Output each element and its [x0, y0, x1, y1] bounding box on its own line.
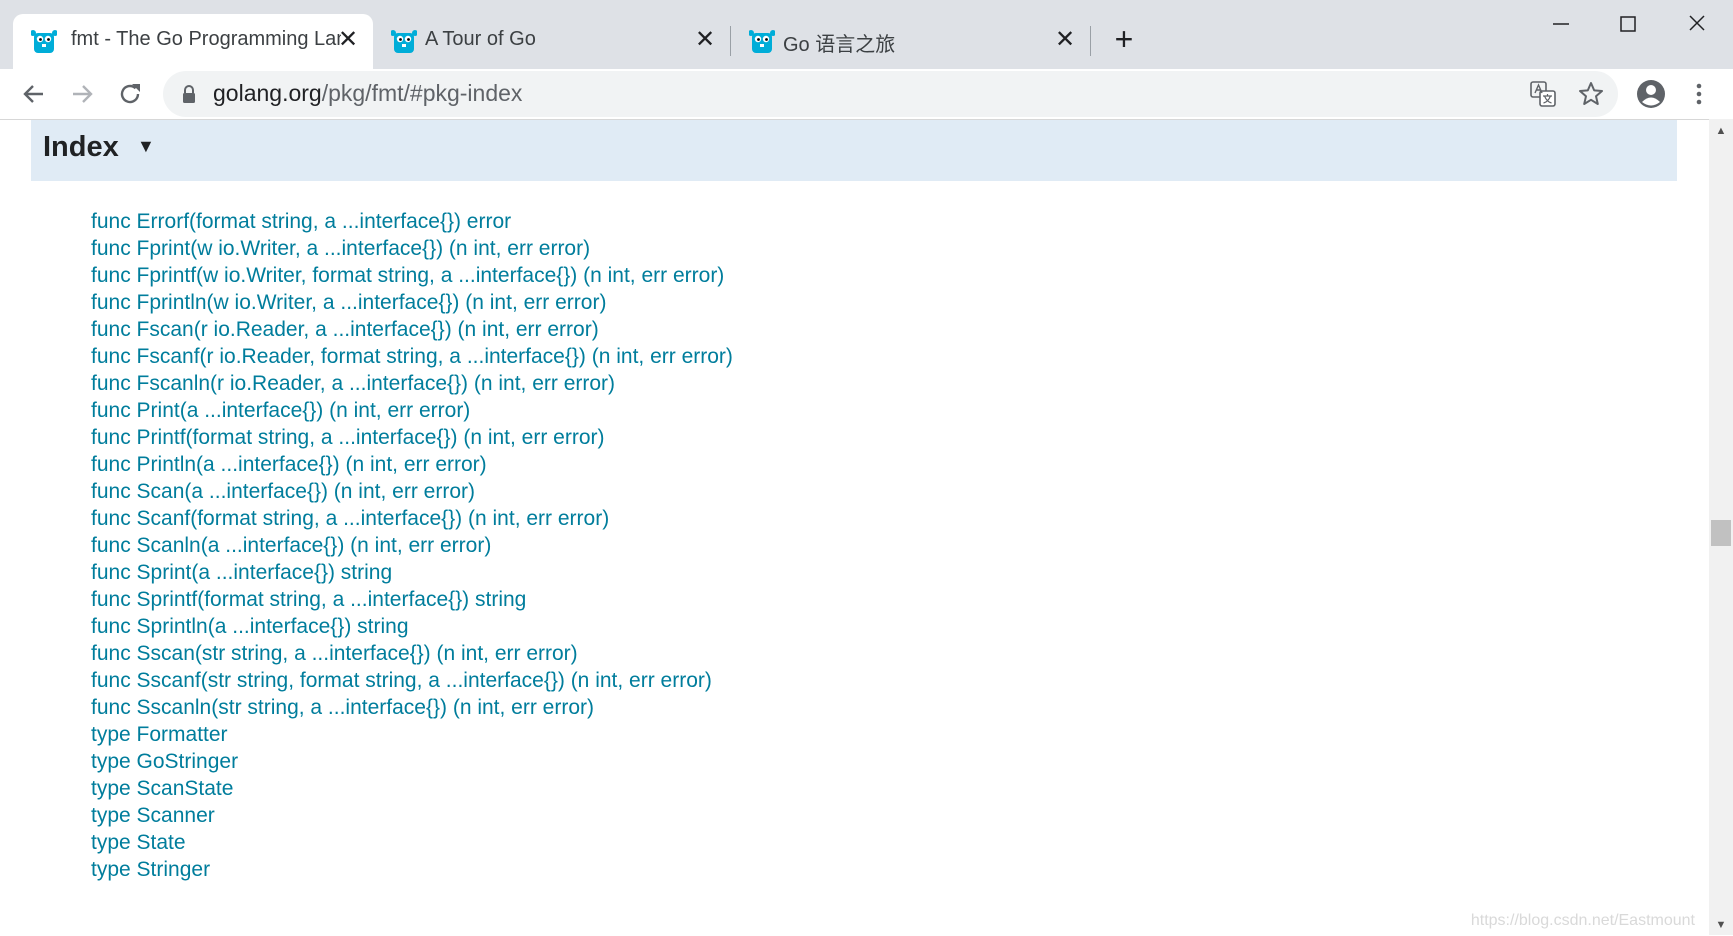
index-link[interactable]: type GoStringer [91, 750, 238, 773]
list-item: type Stringer [91, 856, 733, 883]
url-host: golang.org [213, 80, 322, 106]
list-item: func Print(a ...interface{}) (n int, err… [91, 397, 733, 424]
translate-icon[interactable] [1530, 81, 1556, 107]
index-link[interactable]: func Sscanln(str string, a ...interface{… [91, 696, 594, 719]
index-list: func Errorf(format string, a ...interfac… [91, 208, 733, 883]
list-item: func Sscanln(str string, a ...interface{… [91, 694, 733, 721]
index-link[interactable]: func Scanln(a ...interface{}) (n int, er… [91, 534, 491, 557]
tab-tour-of-go[interactable]: A Tour of Go ✕ [373, 14, 731, 69]
index-link[interactable]: func Fscan(r io.Reader, a ...interface{}… [91, 318, 599, 341]
list-item: func Printf(format string, a ...interfac… [91, 424, 733, 451]
list-item: type Formatter [91, 721, 733, 748]
tab-strip: fmt - The Go Programming Language ✕ A To… [0, 0, 1733, 69]
index-link[interactable]: func Fscanln(r io.Reader, a ...interface… [91, 372, 615, 395]
list-item: func Sprintf(format string, a ...interfa… [91, 586, 733, 613]
new-tab-button[interactable]: + [1108, 22, 1140, 56]
index-link[interactable]: func Sscan(str string, a ...interface{})… [91, 642, 578, 665]
list-item: func Fscanf(r io.Reader, format string, … [91, 343, 733, 370]
maximize-icon[interactable] [1607, 10, 1647, 40]
index-link[interactable]: func Println(a ...interface{}) (n int, e… [91, 453, 487, 476]
account-icon[interactable] [1634, 77, 1668, 111]
index-link[interactable]: func Print(a ...interface{}) (n int, err… [91, 399, 470, 422]
tab-separator [1090, 26, 1091, 56]
address-bar[interactable]: golang.org/pkg/fmt/#pkg-index [163, 71, 1618, 117]
index-link[interactable]: func Sscanf(str string, format string, a… [91, 669, 712, 692]
scroll-up-icon[interactable]: ▲ [1709, 121, 1733, 141]
close-icon[interactable]: ✕ [693, 26, 717, 54]
index-link[interactable]: func Sprint(a ...interface{}) string [91, 561, 392, 584]
kebab-menu-icon[interactable] [1682, 77, 1716, 111]
star-icon[interactable] [1578, 81, 1604, 107]
collapse-toggle-icon[interactable]: ▼ [137, 136, 155, 157]
list-item: func Scan(a ...interface{}) (n int, err … [91, 478, 733, 505]
list-item: type ScanState [91, 775, 733, 802]
tab-fmt[interactable]: fmt - The Go Programming Language ✕ [13, 14, 373, 69]
list-item: func Sscanf(str string, format string, a… [91, 667, 733, 694]
index-link[interactable]: func Errorf(format string, a ...interfac… [91, 210, 511, 233]
list-item: func Sprintln(a ...interface{}) string [91, 613, 733, 640]
vertical-scrollbar[interactable]: ▲ ▼ [1709, 119, 1733, 935]
close-icon[interactable]: ✕ [1053, 26, 1077, 54]
gopher-favicon-icon [749, 30, 775, 53]
gopher-favicon-icon [31, 30, 57, 53]
index-link[interactable]: func Scanf(format string, a ...interface… [91, 507, 609, 530]
index-link[interactable]: type ScanState [91, 777, 233, 800]
index-link[interactable]: type State [91, 831, 186, 854]
index-link[interactable]: type Formatter [91, 723, 228, 746]
browser-toolbar: golang.org/pkg/fmt/#pkg-index [0, 69, 1733, 119]
index-link[interactable]: type Stringer [91, 858, 210, 881]
list-item: type State [91, 829, 733, 856]
index-header[interactable]: Index ▼ [31, 120, 1677, 181]
list-item: func Fprint(w io.Writer, a ...interface{… [91, 235, 733, 262]
close-icon[interactable]: ✕ [336, 26, 360, 54]
minimize-icon[interactable] [1540, 10, 1580, 40]
watermark: https://blog.csdn.net/Eastmount [1470, 912, 1695, 929]
index-link[interactable]: func Sprintln(a ...interface{}) string [91, 615, 409, 638]
index-link[interactable]: func Sprintf(format string, a ...interfa… [91, 588, 526, 611]
index-link[interactable]: func Fprintln(w io.Writer, a ...interfac… [91, 291, 606, 314]
reload-icon[interactable] [113, 77, 147, 111]
index-link[interactable]: func Fprint(w io.Writer, a ...interface{… [91, 237, 590, 260]
list-item: type GoStringer [91, 748, 733, 775]
list-item: func Fscan(r io.Reader, a ...interface{}… [91, 316, 733, 343]
index-link[interactable]: func Scan(a ...interface{}) (n int, err … [91, 480, 475, 503]
tab-title: A Tour of Go [425, 28, 536, 50]
index-title: Index [43, 131, 119, 163]
list-item: func Sprint(a ...interface{}) string [91, 559, 733, 586]
index-link[interactable]: type Scanner [91, 804, 215, 827]
lock-icon[interactable] [181, 84, 197, 104]
page-viewport: Index ▼ func Errorf(format string, a ...… [0, 119, 1709, 936]
list-item: type Scanner [91, 802, 733, 829]
url-path: /pkg/fmt/#pkg-index [321, 80, 523, 106]
index-link[interactable]: func Printf(format string, a ...interfac… [91, 426, 605, 449]
list-item: func Println(a ...interface{}) (n int, e… [91, 451, 733, 478]
url-text[interactable]: golang.org/pkg/fmt/#pkg-index [213, 80, 522, 107]
tab-title: fmt - The Go Programming Language [71, 28, 341, 50]
index-link[interactable]: func Fscanf(r io.Reader, format string, … [91, 345, 733, 368]
list-item: func Fscanln(r io.Reader, a ...interface… [91, 370, 733, 397]
window-close-icon[interactable] [1677, 10, 1717, 40]
list-item: func Scanln(a ...interface{}) (n int, er… [91, 532, 733, 559]
list-item: func Fprintln(w io.Writer, a ...interfac… [91, 289, 733, 316]
tab-title: Go 语言之旅 [783, 34, 896, 56]
back-arrow-icon[interactable] [17, 77, 51, 111]
scroll-thumb[interactable] [1711, 520, 1731, 546]
forward-arrow-icon[interactable] [65, 77, 99, 111]
tab-go-tour-cn[interactable]: Go 语言之旅 ✕ [731, 14, 1089, 69]
list-item: func Fprintf(w io.Writer, format string,… [91, 262, 733, 289]
gopher-favicon-icon [391, 30, 417, 53]
list-item: func Sscan(str string, a ...interface{})… [91, 640, 733, 667]
scroll-down-icon[interactable]: ▼ [1709, 915, 1733, 935]
index-link[interactable]: func Fprintf(w io.Writer, format string,… [91, 264, 724, 287]
list-item: func Scanf(format string, a ...interface… [91, 505, 733, 532]
list-item: func Errorf(format string, a ...interfac… [91, 208, 733, 235]
